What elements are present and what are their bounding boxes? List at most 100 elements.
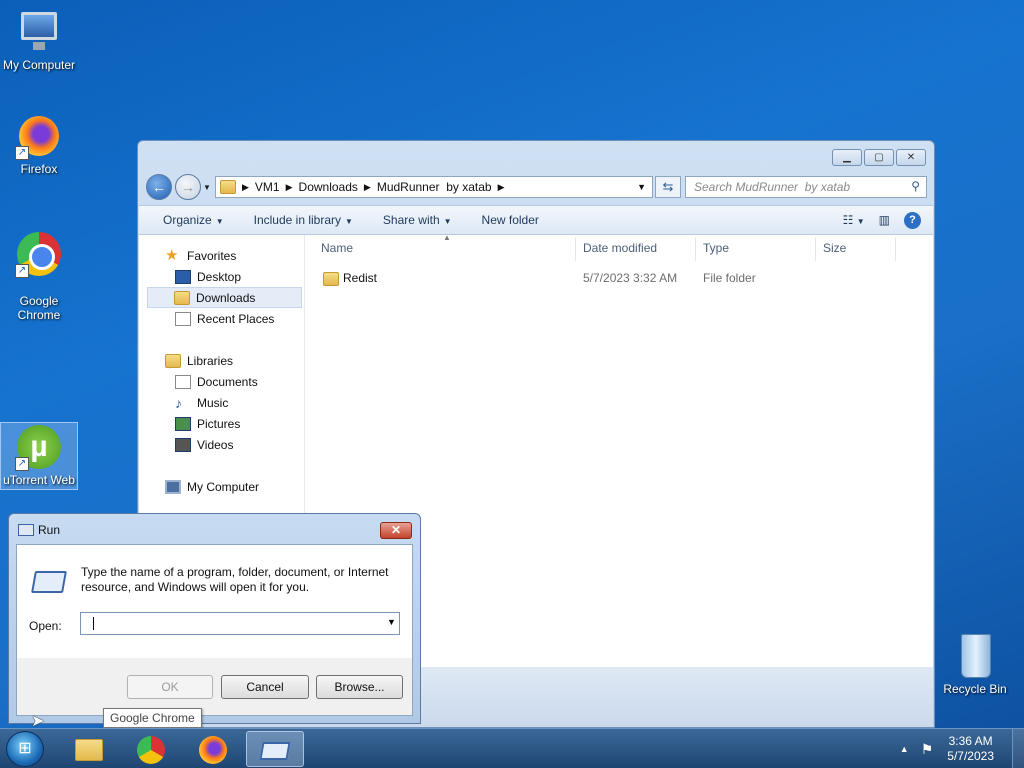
cancel-button[interactable]: Cancel	[221, 675, 309, 699]
recent-pages-dropdown[interactable]: ▼	[203, 183, 211, 192]
share-with-menu[interactable]: Share with ▼	[369, 213, 468, 227]
search-icon[interactable]: ⚲	[911, 179, 920, 193]
maximize-button[interactable]: ▢	[864, 149, 894, 166]
refresh-button[interactable]: ⇆	[655, 176, 681, 198]
file-name: Redist	[343, 271, 378, 285]
desktop-icon-label: Firefox	[20, 162, 58, 176]
nav-label: Downloads	[196, 290, 256, 305]
nav-pictures[interactable]: Pictures	[139, 413, 304, 434]
clock-time: 3:36 AM	[948, 734, 993, 748]
pictures-icon	[175, 416, 191, 431]
column-size[interactable]: Size	[823, 241, 846, 259]
column-date-modified[interactable]: Date modified	[583, 241, 657, 259]
desktop-icon-firefox[interactable]: ↗ Firefox	[0, 112, 78, 176]
downloads-folder-icon	[174, 290, 190, 305]
taskbar: ⊞ ▲ ⚑ 3:36 AM 5/7/2023	[0, 728, 1024, 768]
organize-menu[interactable]: Organize ▼	[139, 213, 240, 227]
address-dropdown-icon[interactable]: ▼	[637, 182, 646, 192]
chevron-right-icon[interactable]: ▶	[242, 182, 249, 193]
forward-button[interactable]: →	[175, 174, 201, 200]
desktop-icon-recycle-bin[interactable]: Recycle Bin	[936, 632, 1014, 696]
desktop-icon-my-computer[interactable]: My Computer	[0, 8, 78, 72]
caret-down-icon: ▼	[443, 217, 452, 226]
preview-pane-icon[interactable]: ▥	[879, 213, 890, 227]
desktop-icon-utorrent[interactable]: µ ↗ uTorrent Web	[0, 422, 78, 490]
views-icon[interactable]: ☷ ▼	[843, 213, 865, 227]
column-name[interactable]: Name	[321, 241, 353, 259]
run-dialog-title: Run	[38, 523, 61, 537]
new-folder-label: New folder	[481, 213, 539, 227]
nav-downloads[interactable]: Downloads	[147, 287, 302, 308]
nav-favorites[interactable]: ★ Favorites	[139, 245, 304, 266]
breadcrumb-mudrunner[interactable]: MudRunner by xatab	[377, 180, 492, 194]
help-icon[interactable]: ?	[904, 211, 921, 229]
desktop-icon	[175, 269, 191, 284]
nav-label: Libraries	[187, 353, 234, 368]
open-input[interactable]	[80, 612, 400, 635]
taskbar-explorer[interactable]	[60, 731, 118, 767]
include-in-library-menu[interactable]: Include in library ▼	[240, 213, 369, 227]
run-program-icon	[31, 571, 67, 593]
nav-label: Videos	[197, 437, 234, 452]
breadcrumb-downloads[interactable]: Downloads	[299, 180, 358, 194]
folder-icon	[323, 272, 339, 286]
taskbar-firefox[interactable]	[184, 731, 242, 767]
minimize-button[interactable]: ▁	[832, 149, 862, 166]
chevron-right-icon[interactable]: ▶	[364, 182, 371, 193]
open-dropdown-icon[interactable]: ▼	[387, 617, 396, 627]
explorer-icon	[75, 738, 103, 761]
search-input[interactable]: Search MudRunner by xatab ⚲	[685, 176, 927, 198]
utorrent-icon: µ ↗	[15, 423, 63, 471]
nav-desktop[interactable]: Desktop	[139, 266, 304, 287]
close-button[interactable]: ✕	[896, 149, 926, 166]
open-label: Open:	[29, 619, 62, 633]
show-hidden-icons[interactable]: ▲	[900, 744, 909, 754]
run-description: Type the name of a program, folder, docu…	[81, 565, 389, 594]
taskbar-chrome[interactable]	[122, 731, 180, 767]
firefox-icon: ↗	[15, 112, 63, 160]
run-icon	[18, 524, 34, 536]
run-dialog-body: Type the name of a program, folder, docu…	[16, 544, 413, 716]
nav-my-computer[interactable]: My Computer	[139, 476, 304, 497]
nav-libraries[interactable]: Libraries	[139, 350, 304, 371]
search-placeholder: Search MudRunner by xatab	[694, 180, 851, 194]
nav-documents[interactable]: Documents	[139, 371, 304, 392]
nav-label: Documents	[197, 374, 258, 389]
chevron-right-icon[interactable]: ▶	[286, 182, 293, 193]
computer-icon	[165, 479, 181, 494]
file-row[interactable]: Redist 5/7/2023 3:32 AM File folder	[305, 269, 933, 289]
tooltip: Google Chrome	[103, 708, 202, 728]
show-desktop-button[interactable]	[1012, 729, 1024, 768]
browse-button[interactable]: Browse...	[316, 675, 403, 699]
clock[interactable]: 3:36 AM 5/7/2023	[947, 734, 994, 764]
organize-label: Organize	[163, 213, 212, 227]
desktop-icon-label: Google Chrome	[17, 294, 61, 322]
back-button[interactable]: ←	[146, 174, 172, 200]
close-button[interactable]: ✕	[380, 522, 412, 539]
column-type[interactable]: Type	[703, 241, 729, 259]
caret-down-icon: ▼	[345, 217, 353, 226]
breadcrumb-vm1[interactable]: VM1	[255, 180, 280, 194]
recycle-bin-icon	[951, 632, 999, 680]
desktop-icon-chrome[interactable]: ↗ Google Chrome	[0, 216, 78, 336]
start-button[interactable]: ⊞	[6, 731, 44, 767]
computer-icon	[15, 8, 63, 56]
ok-button[interactable]: OK	[127, 675, 213, 699]
view-controls: ☷ ▼ ▥ ?	[843, 211, 933, 229]
taskbar-run[interactable]	[246, 731, 304, 767]
libraries-icon	[165, 353, 181, 368]
chrome-icon: ↗	[15, 230, 63, 278]
chevron-right-icon[interactable]: ▶	[498, 182, 505, 193]
new-folder-button[interactable]: New folder	[468, 213, 555, 227]
action-center-flag-icon[interactable]: ⚑	[921, 741, 934, 758]
clock-date: 5/7/2023	[947, 749, 994, 763]
nav-videos[interactable]: Videos	[139, 434, 304, 455]
address-bar[interactable]: ▶ VM1 ▶ Downloads ▶ MudRunner by xatab ▶…	[215, 176, 653, 198]
run-icon	[259, 741, 291, 760]
caret-down-icon: ▼	[215, 217, 224, 226]
nav-recent-places[interactable]: Recent Places	[139, 308, 304, 329]
system-tray: ▲ ⚑ 3:36 AM 5/7/2023	[900, 729, 1024, 768]
videos-icon	[175, 437, 191, 452]
file-type: File folder	[703, 271, 756, 285]
nav-music[interactable]: ♪ Music	[139, 392, 304, 413]
